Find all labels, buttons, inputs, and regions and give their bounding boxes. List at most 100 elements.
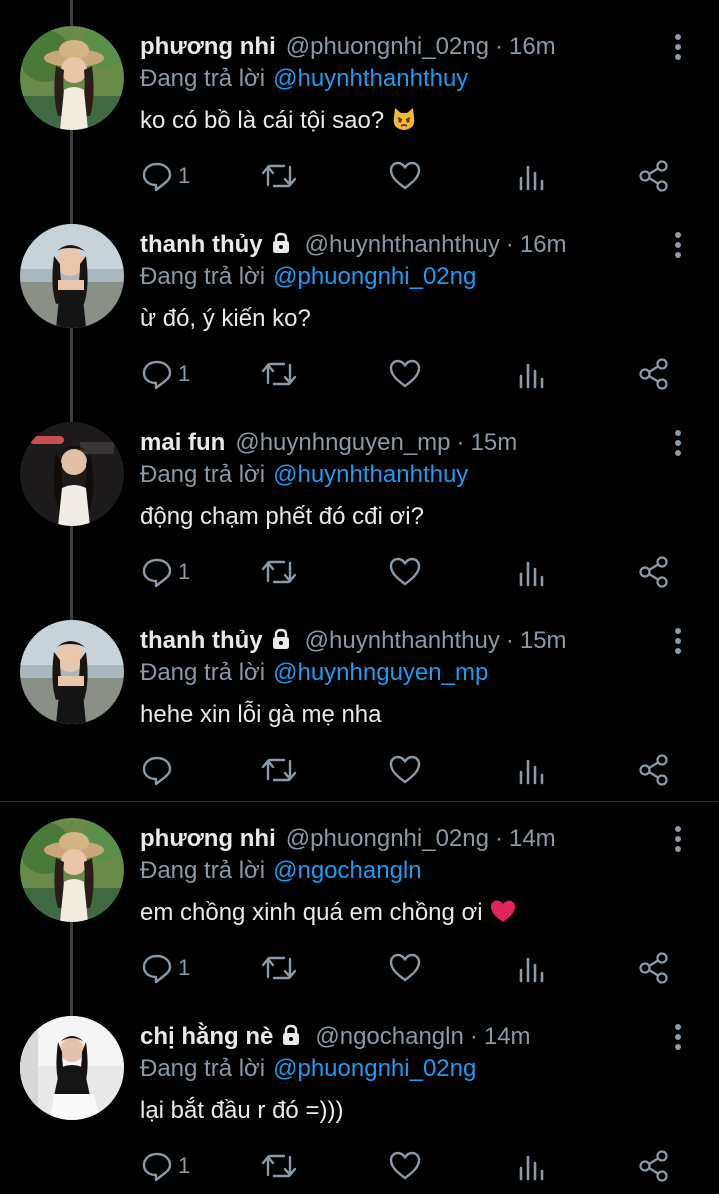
stats-button[interactable] [516,554,546,590]
author-handle[interactable]: @huynhthanhthuy [305,627,500,654]
share-button[interactable] [638,1148,670,1184]
reply-mention-link[interactable]: @huynhnguyen_mp [273,659,488,686]
author-handle[interactable]: @huynhthanhthuy [305,231,500,258]
avatar[interactable] [20,818,124,922]
reply-context: Đang trả lời @phuongnhi_02ng [140,1053,476,1085]
tweet-text-content: ko có bồ là cái tội sao? [140,107,385,134]
heart-icon [389,557,421,586]
timestamp[interactable]: 15m [520,627,567,654]
stats-button[interactable] [516,356,546,392]
stats-icon [519,363,544,389]
avatar[interactable] [20,620,124,724]
stats-button[interactable] [516,1148,546,1184]
like-button[interactable] [388,554,422,590]
share-button[interactable] [638,752,670,788]
reply-icon [142,360,172,390]
retweet-icon [261,956,297,980]
avatar[interactable] [20,224,124,328]
tweet[interactable]: thanh thủy @huynhthanhthuy · 16m Đang trả l… [0,198,719,396]
more-vertical-icon[interactable] [668,230,688,260]
author-handle[interactable]: @ngochangln [315,1023,463,1050]
tweet-actions: 1 [140,950,680,986]
reply-mention-link[interactable]: @huynhthanhthuy [273,461,468,488]
like-button[interactable] [388,356,422,392]
share-button[interactable] [638,158,670,194]
more-vertical-icon[interactable] [668,1022,688,1052]
tweet[interactable]: phương nhi @phuongnhi_02ng · 14m Đang trả l… [0,792,719,990]
like-button[interactable] [388,158,422,194]
reply-mention-link[interactable]: @phuongnhi_02ng [273,263,476,290]
reply-icon [142,1152,172,1182]
dot-separator: · [469,1023,478,1050]
author-name[interactable]: chị hằng nè [140,1023,273,1050]
retweet-button[interactable] [260,554,298,590]
share-button[interactable] [638,356,670,392]
retweet-button[interactable] [260,1148,298,1184]
share-icon [639,160,668,192]
tweet-header: phương nhi @phuongnhi_02ng · 16m [140,30,659,64]
tweet-header: thanh thủy @huynhthanhthuy · 16m [140,228,659,262]
more-vertical-icon[interactable] [668,32,688,62]
author-name[interactable]: phương nhi [140,33,276,60]
stats-button[interactable] [516,950,546,986]
tweet[interactable]: chị hằng nè @ngochangln · 14m Đang trả lời @… [0,990,719,1188]
reply-prefix: Đang trả lời [140,857,266,884]
author-name[interactable]: thanh thủy [140,231,263,258]
share-button[interactable] [638,554,670,590]
reply-mention-link[interactable]: @phuongnhi_02ng [273,1055,476,1082]
reply-icon [142,954,172,984]
reply-prefix: Đang trả lời [140,65,266,92]
timestamp[interactable]: 16m [509,33,556,60]
author-name[interactable]: phương nhi [140,825,276,852]
heart-icon [389,1151,421,1180]
reply-button[interactable]: 1 [140,1148,190,1184]
more-vertical-icon[interactable] [668,626,688,656]
tweet[interactable]: thanh thủy @huynhthanhthuy · 15m Đang trả l… [0,594,719,792]
tweet[interactable]: mai fun @huynhnguyen_mp · 15m Đang trả lời @… [0,396,719,594]
reply-button[interactable]: 1 [140,356,190,392]
author-name[interactable]: thanh thủy [140,627,263,654]
more-vertical-icon[interactable] [668,824,688,854]
like-button[interactable] [388,752,422,788]
author-handle[interactable]: @phuongnhi_02ng [286,33,489,60]
retweet-button[interactable] [260,950,298,986]
like-button[interactable] [388,950,422,986]
reply-icon [142,558,172,588]
author-handle[interactable]: @huynhnguyen_mp [235,429,450,456]
dot-separator: · [494,825,503,852]
retweet-button[interactable] [260,752,298,788]
reply-prefix: Đang trả lời [140,659,266,686]
reply-button[interactable]: 1 [140,554,190,590]
avatar[interactable] [20,1016,124,1120]
author-handle[interactable]: @phuongnhi_02ng [286,825,489,852]
tweet-header: phương nhi @phuongnhi_02ng · 14m [140,822,659,856]
retweet-button[interactable] [260,158,298,194]
timestamp[interactable]: 14m [509,825,556,852]
tweet-actions: 1 [140,554,680,590]
author-name[interactable]: mai fun [140,429,225,456]
avatar[interactable] [20,422,124,526]
reply-mention-link[interactable]: @ngochangln [273,857,421,884]
timestamp[interactable]: 14m [484,1023,531,1050]
reply-button[interactable]: 1 [140,950,190,986]
red-heart-emoji [490,900,515,922]
retweet-button[interactable] [260,356,298,392]
reply-button[interactable] [140,752,178,788]
reply-context: Đang trả lời @huynhnguyen_mp [140,657,488,689]
dot-separator: · [505,231,514,258]
like-button[interactable] [388,1148,422,1184]
tweet-text: lại bắt đầu r đó =))) [140,1094,343,1128]
timestamp[interactable]: 15m [471,429,518,456]
reply-button[interactable]: 1 [140,158,190,194]
stats-button[interactable] [516,158,546,194]
stats-button[interactable] [516,752,546,788]
share-icon [639,358,668,390]
avatar[interactable] [20,26,124,130]
reply-mention-link[interactable]: @huynhthanhthuy [273,65,468,92]
timestamp[interactable]: 16m [520,231,567,258]
retweet-icon [261,1154,297,1178]
more-vertical-icon[interactable] [668,428,688,458]
share-button[interactable] [638,950,670,986]
stats-icon [519,561,544,587]
tweet[interactable]: phương nhi @phuongnhi_02ng · 16m Đang trả l… [0,0,719,198]
